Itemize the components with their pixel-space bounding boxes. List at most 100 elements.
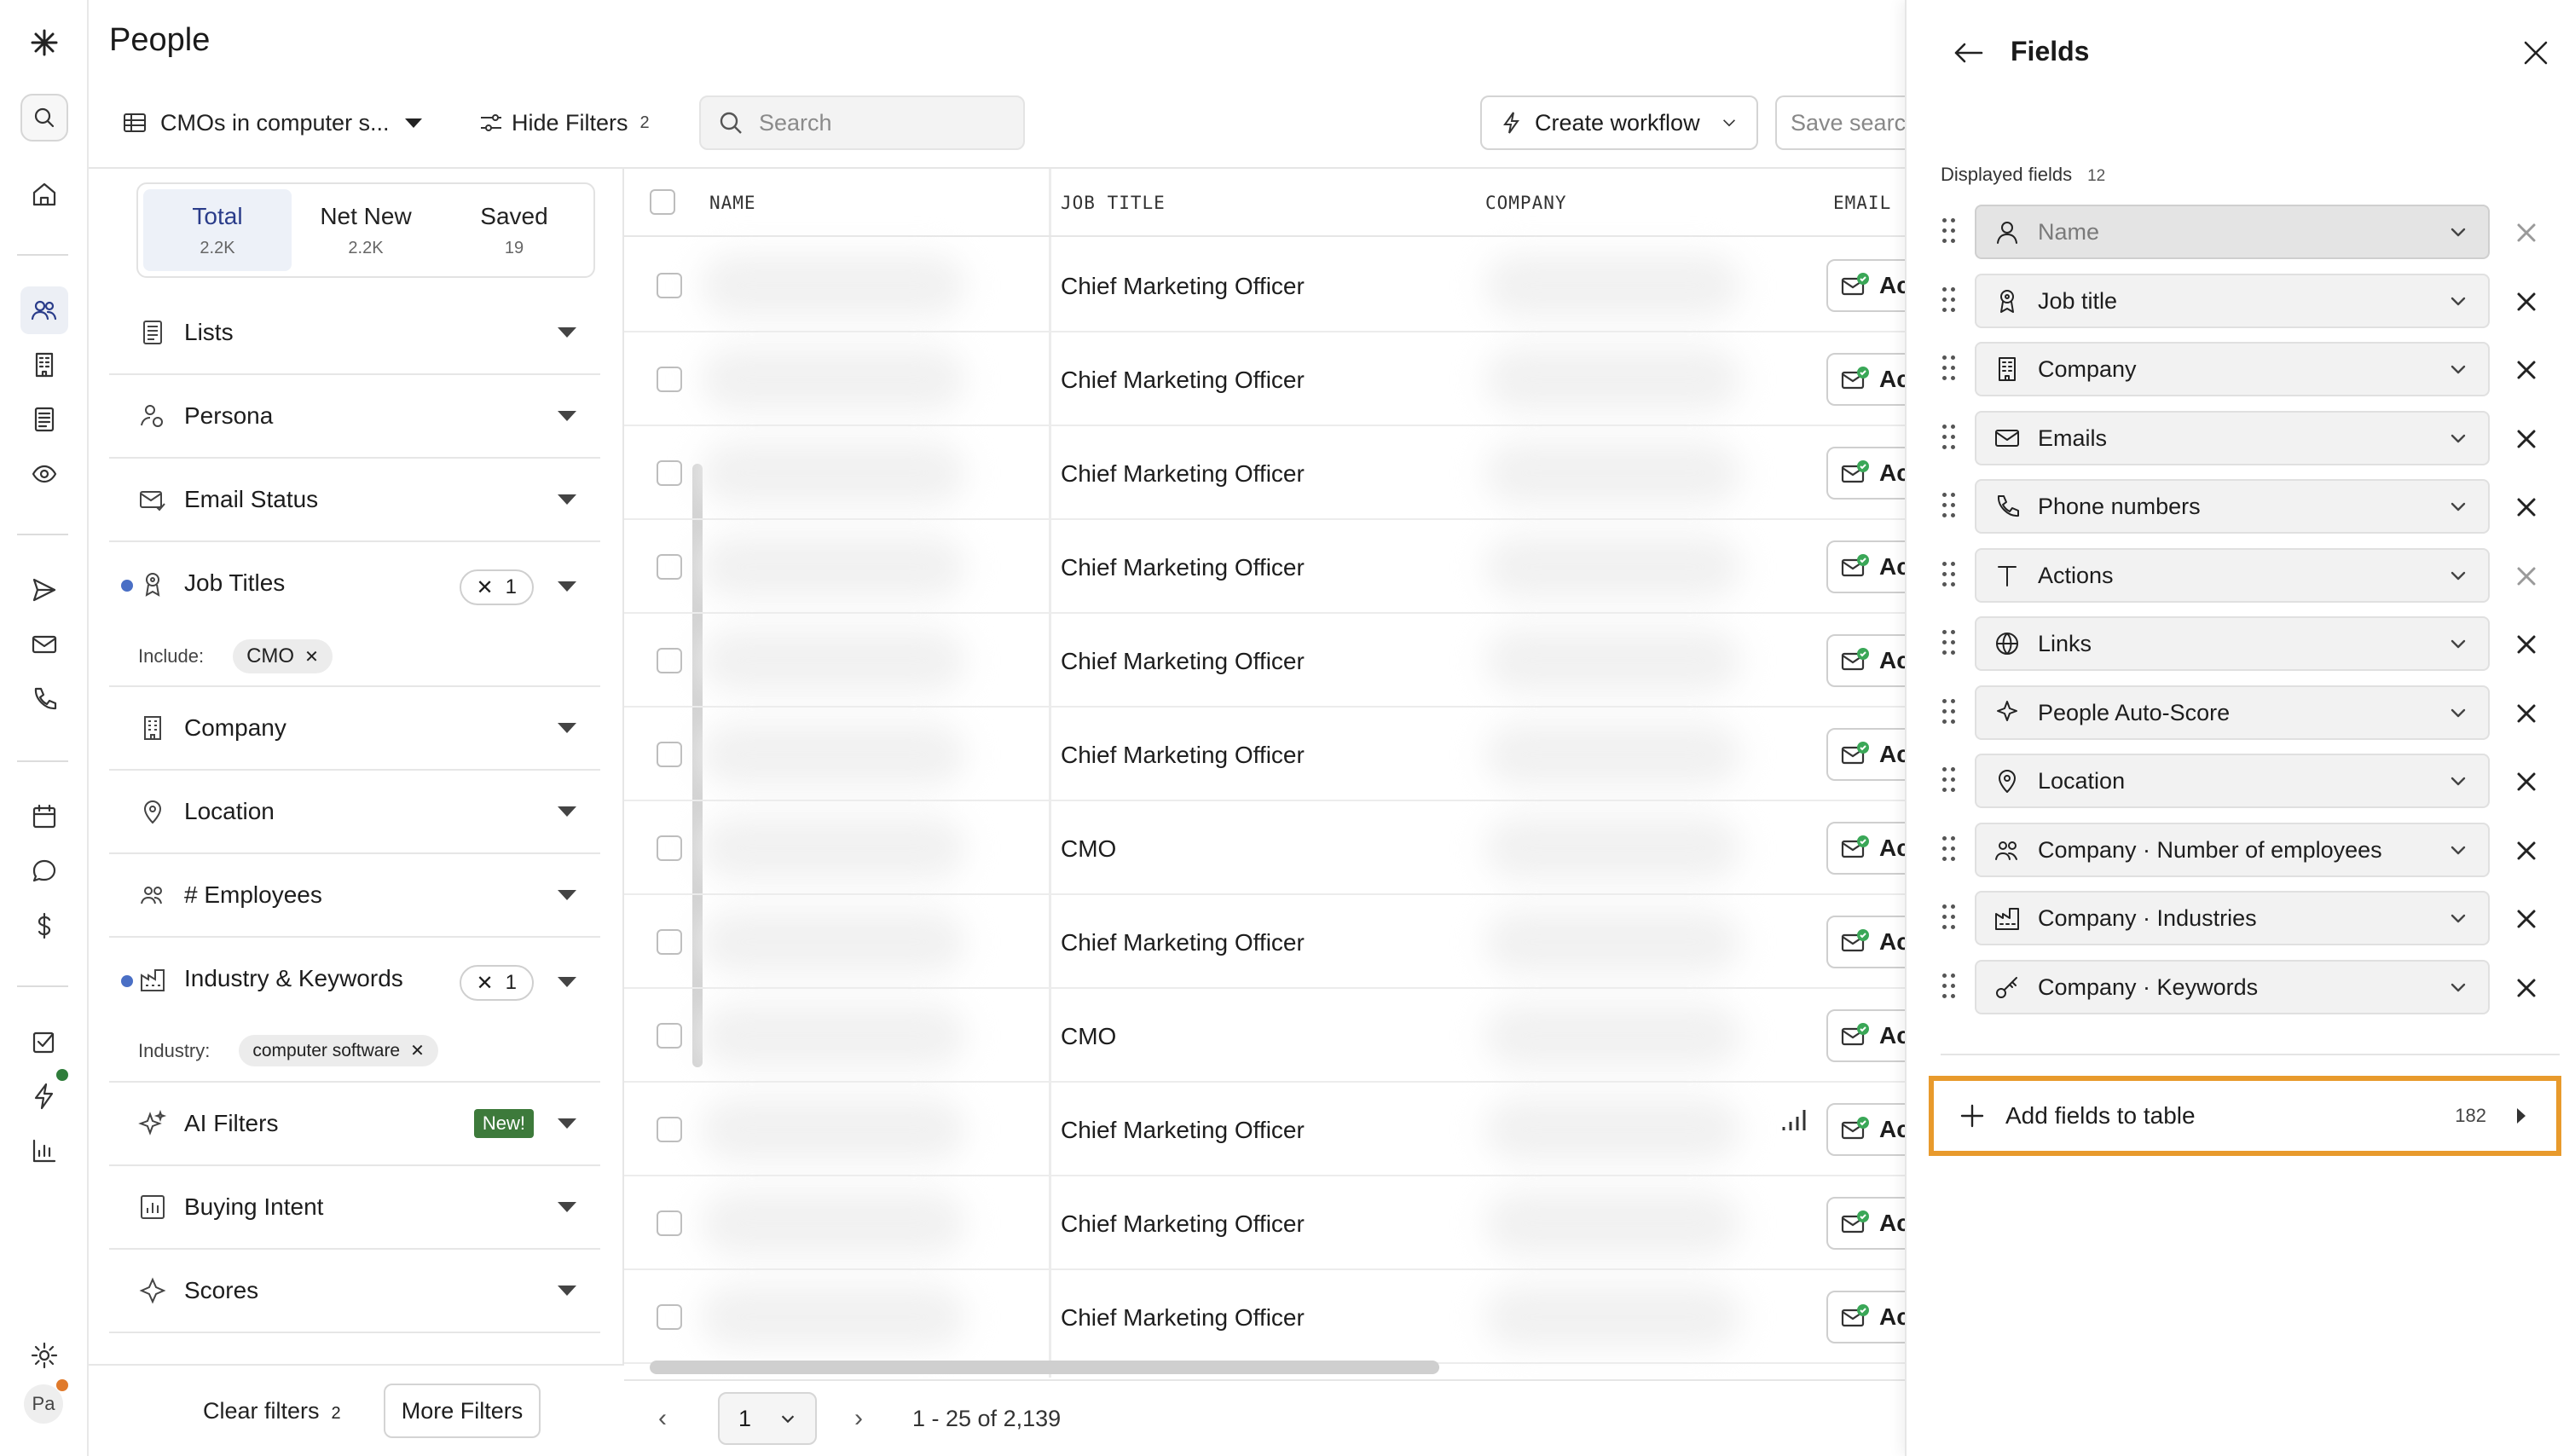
send-icon[interactable] (20, 566, 68, 614)
drag-handle-icon[interactable] (1942, 287, 1959, 316)
field-select[interactable]: Company · Industries (1975, 891, 2490, 945)
drag-handle-icon[interactable] (1942, 904, 1959, 933)
filter-persona[interactable]: Persona (109, 375, 600, 459)
row-checkbox[interactable] (657, 460, 682, 486)
row-checkbox[interactable] (657, 929, 682, 955)
remove-field-icon[interactable] (2512, 699, 2541, 728)
next-page-icon[interactable]: › (854, 1404, 863, 1433)
field-row[interactable]: Links (1941, 616, 2555, 673)
field-select[interactable]: Company (1975, 342, 2490, 396)
email-access-button[interactable]: Ac (1826, 1103, 1905, 1156)
drag-handle-icon[interactable] (1942, 493, 1959, 522)
field-row[interactable]: People Auto-Score (1941, 685, 2555, 742)
table-row[interactable]: Chief Marketing Officer Ac (624, 708, 1905, 801)
table-row[interactable]: Chief Marketing Officer Ac (624, 426, 1905, 520)
remove-field-icon[interactable] (2512, 493, 2541, 522)
email-access-button[interactable]: Ac (1826, 353, 1905, 406)
segment-saved[interactable]: Saved 19 (440, 189, 588, 271)
email-access-button[interactable]: Ac (1826, 447, 1905, 500)
add-fields-to-table-button[interactable]: Add fields to table 182 (1929, 1076, 2561, 1156)
email-access-button[interactable]: Ac (1826, 1009, 1905, 1062)
include-tag-cmo[interactable]: CMO ✕ (233, 639, 333, 673)
table-row[interactable]: CMO Ac (624, 989, 1905, 1083)
table-horizontal-scrollbar[interactable] (650, 1361, 1439, 1374)
field-row[interactable]: Location (1941, 754, 2555, 810)
remove-field-icon[interactable] (2512, 836, 2541, 865)
email-access-button[interactable]: Ac (1826, 259, 1905, 312)
email-access-button[interactable]: Ac (1826, 540, 1905, 593)
drag-handle-icon[interactable] (1942, 699, 1959, 728)
dollar-icon[interactable] (20, 902, 68, 950)
header-name[interactable]: NAME (709, 193, 756, 213)
list-selector[interactable]: CMOs in computer s... (121, 95, 422, 150)
more-filters-button[interactable]: More Filters (384, 1384, 541, 1438)
hide-filters-button[interactable]: Hide Filters 2 (477, 95, 650, 150)
select-all-checkbox[interactable] (650, 189, 675, 215)
tasks-icon[interactable] (20, 1018, 68, 1066)
drag-handle-icon[interactable] (1942, 630, 1959, 659)
industry-count-chip[interactable]: ✕ 1 (459, 965, 534, 1001)
industry-tag-computer-software[interactable]: computer software ✕ (239, 1035, 438, 1066)
search-input[interactable]: Search (699, 95, 1025, 150)
field-row[interactable]: Actions (1941, 548, 2555, 604)
companies-nav-icon[interactable] (20, 341, 68, 389)
remove-field-icon[interactable] (2512, 974, 2541, 1002)
row-checkbox[interactable] (657, 1117, 682, 1142)
field-select[interactable]: Company · Number of employees (1975, 823, 2490, 877)
email-access-button[interactable]: Ac (1826, 728, 1905, 781)
filter-location[interactable]: Location (109, 771, 600, 854)
row-checkbox[interactable] (657, 1210, 682, 1236)
filter-employees[interactable]: # Employees (109, 854, 600, 938)
field-select[interactable]: Emails (1975, 411, 2490, 465)
field-row[interactable]: Company · Keywords (1941, 960, 2555, 1016)
remove-tag-icon[interactable]: ✕ (304, 646, 319, 667)
row-checkbox[interactable] (657, 1304, 682, 1330)
back-arrow-icon[interactable] (1949, 34, 1987, 72)
field-select[interactable]: Links (1975, 616, 2490, 671)
job-titles-count-chip[interactable]: ✕ 1 (459, 569, 534, 605)
row-checkbox[interactable] (657, 273, 682, 298)
table-row[interactable]: Chief Marketing Officer Ac (624, 1270, 1905, 1364)
remove-field-icon[interactable] (2512, 630, 2541, 659)
drag-handle-icon[interactable] (1942, 974, 1959, 1002)
field-select[interactable]: Phone numbers (1975, 479, 2490, 534)
settings-gear-icon[interactable] (20, 1332, 68, 1379)
table-row[interactable]: Chief Marketing Officer Ac (624, 239, 1905, 332)
field-row[interactable]: Emails (1941, 411, 2555, 467)
drag-handle-icon[interactable] (1942, 767, 1959, 796)
table-row[interactable]: Chief Marketing Officer Ac (624, 1083, 1905, 1176)
field-select[interactable]: Actions (1975, 548, 2490, 603)
remove-field-icon[interactable] (2512, 562, 2541, 591)
calendar-icon[interactable] (20, 793, 68, 841)
header-job-title[interactable]: JOB TITLE (1061, 193, 1166, 213)
prev-page-icon[interactable]: ‹ (658, 1404, 667, 1433)
email-access-button[interactable]: Ac (1826, 916, 1905, 968)
page-select[interactable]: 1 (718, 1392, 817, 1445)
segment-net-new[interactable]: Net New 2.2K (292, 189, 440, 271)
drag-handle-icon[interactable] (1942, 425, 1959, 454)
field-select[interactable]: Location (1975, 754, 2490, 808)
header-email[interactable]: EMAIL (1833, 193, 1891, 213)
field-row[interactable]: Name (1941, 205, 2555, 261)
field-select[interactable]: Job title (1975, 274, 2490, 328)
rail-search-icon[interactable] (20, 94, 68, 142)
field-row[interactable]: Phone numbers (1941, 479, 2555, 535)
filter-ai-filters[interactable]: AI Filters New! (109, 1083, 600, 1166)
row-checkbox[interactable] (657, 367, 682, 392)
table-row[interactable]: Chief Marketing Officer Ac (624, 895, 1905, 989)
filter-lists[interactable]: Lists (109, 292, 600, 375)
tracking-eye-icon[interactable] (20, 450, 68, 498)
close-icon[interactable] (2519, 36, 2553, 70)
remove-field-icon[interactable] (2512, 425, 2541, 454)
save-search-button[interactable]: Save searc (1775, 95, 1912, 150)
phone-nav-icon[interactable] (20, 675, 68, 723)
segment-total[interactable]: Total 2.2K (143, 189, 292, 271)
field-select[interactable]: People Auto-Score (1975, 685, 2490, 740)
email-access-button[interactable]: Ac (1826, 634, 1905, 687)
filter-company[interactable]: Company (109, 687, 600, 771)
remove-field-icon[interactable] (2512, 767, 2541, 796)
table-row[interactable]: CMO Ac (624, 801, 1905, 895)
row-checkbox[interactable] (657, 835, 682, 861)
filter-buying-intent[interactable]: Buying Intent (109, 1166, 600, 1250)
drag-handle-icon[interactable] (1942, 218, 1959, 247)
